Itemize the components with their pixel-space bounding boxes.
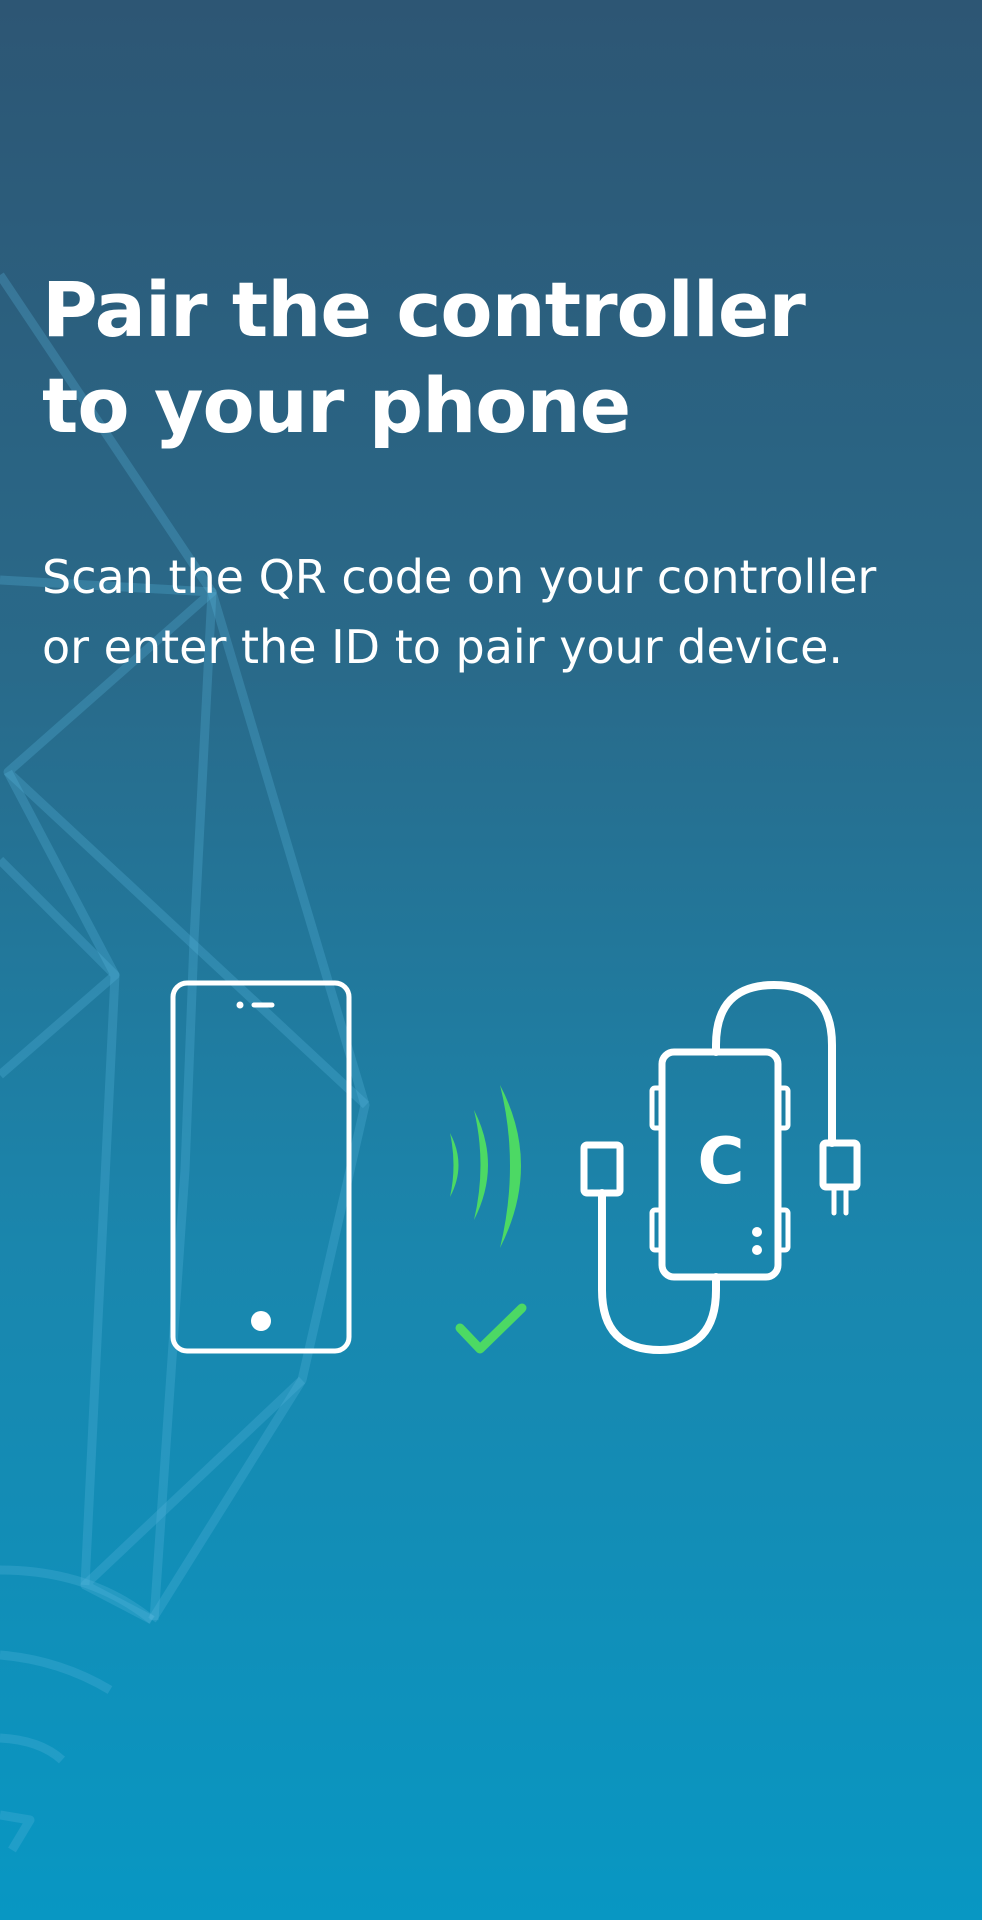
- pairing-illustration: C: [160, 970, 880, 1370]
- title-line-1: Pair the controller: [42, 265, 806, 354]
- subtitle-line-1: Scan the QR code on your controller: [42, 550, 877, 604]
- page-title: Pair the controller to your phone: [42, 262, 942, 454]
- pairing-onboarding-screen: Pair the controller to your phone Scan t…: [0, 0, 982, 1920]
- device-indicator-dot: [752, 1227, 762, 1237]
- controller-label: C: [698, 1125, 745, 1199]
- check-icon: [455, 1303, 527, 1354]
- title-line-2: to your phone: [42, 361, 631, 450]
- wireless-signal-icon: [450, 1085, 521, 1248]
- subtitle-line-2: or enter the ID to pair your device.: [42, 620, 844, 674]
- page-subtitle: Scan the QR code on your controller or e…: [42, 542, 962, 682]
- device-indicator-dot: [752, 1245, 762, 1255]
- phone-icon: [170, 980, 352, 1354]
